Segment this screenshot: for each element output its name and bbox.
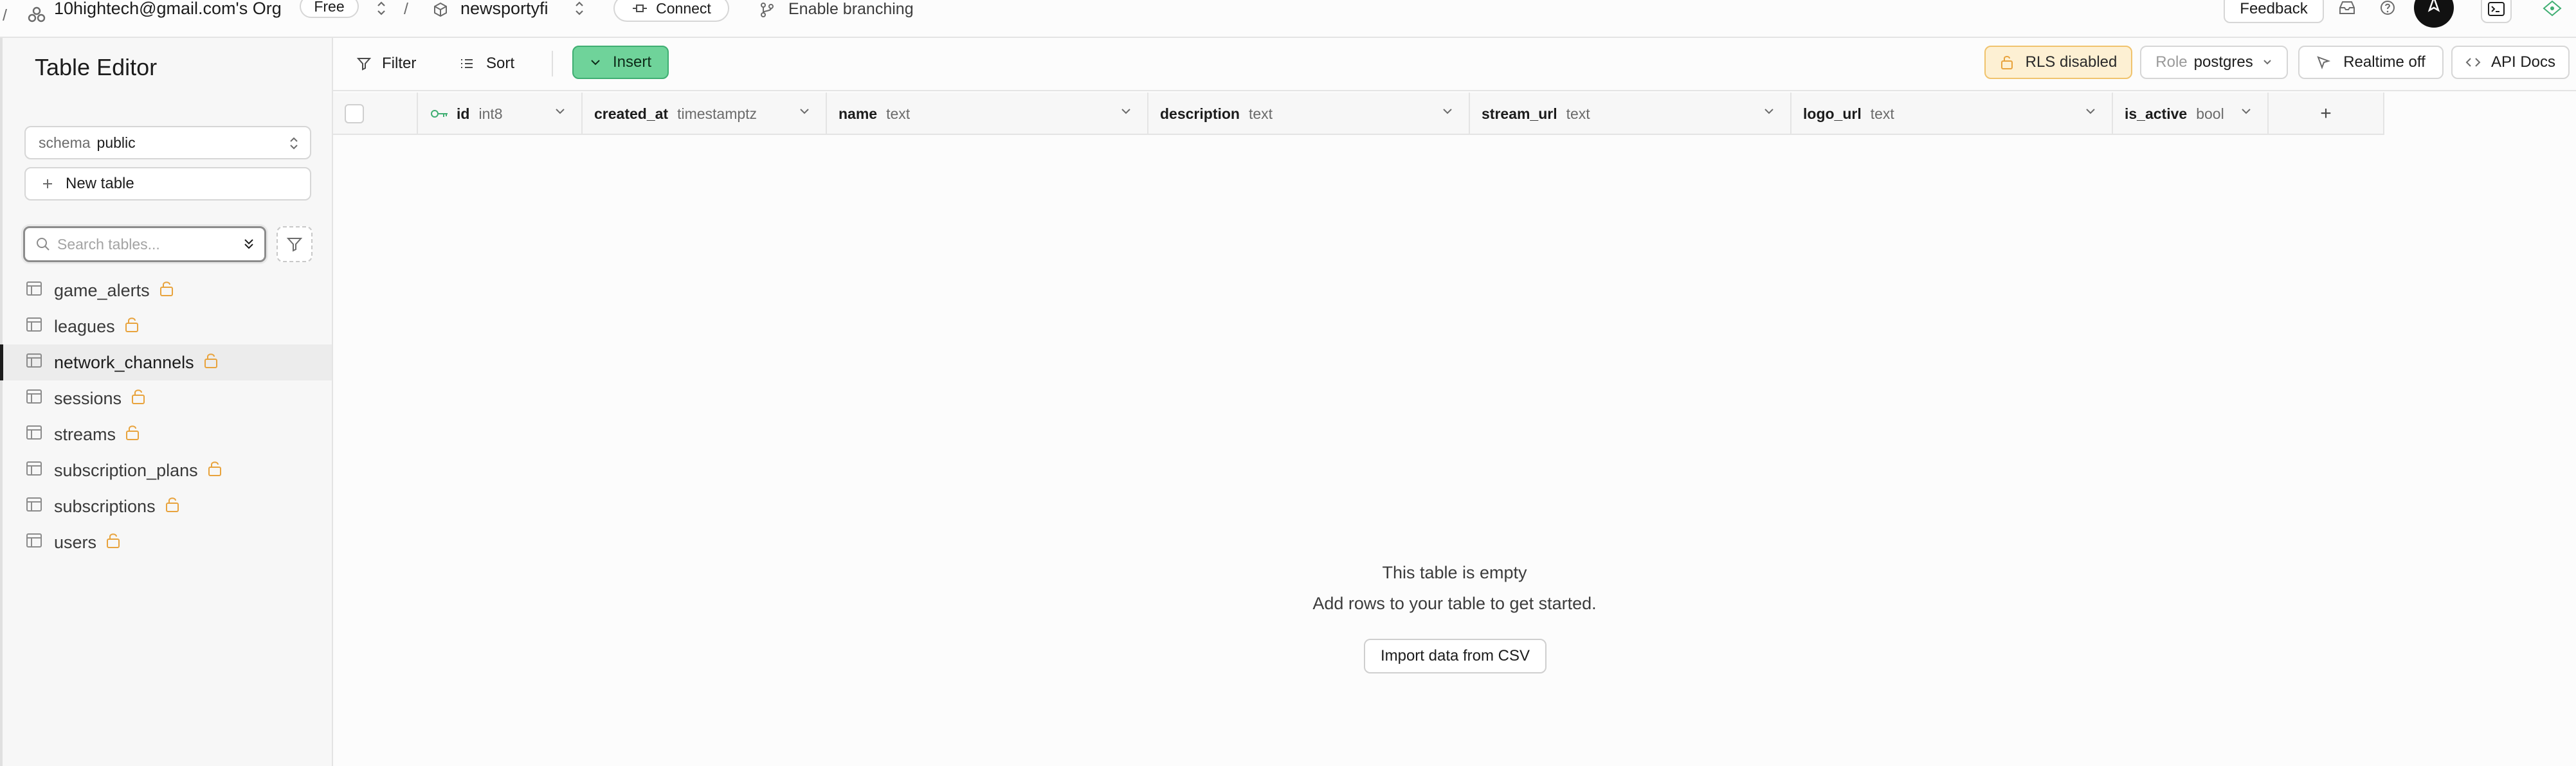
empty-state-title: This table is empty [1382, 563, 1527, 582]
table-name: subscription_plans [54, 460, 198, 480]
unlock-icon [203, 352, 219, 373]
table-icon [26, 281, 42, 301]
unlock-icon [124, 316, 140, 337]
table-icon [26, 317, 42, 337]
sidebar-table-item[interactable]: game_alerts [0, 272, 332, 308]
filter-tables-button[interactable] [277, 226, 313, 262]
new-table-button[interactable]: New table [24, 167, 311, 200]
table-list: game_alertsleagues network_channelssessio… [0, 272, 332, 560]
table-icon [26, 389, 42, 409]
table-name: streams [54, 424, 116, 444]
sidebar-table-item[interactable]: subscription_plans [0, 452, 332, 488]
search-tables-field[interactable] [23, 226, 266, 262]
unlock-icon [207, 460, 222, 481]
table-icon [26, 497, 42, 517]
table-icon [26, 425, 42, 445]
import-csv-button[interactable]: Import data from CSV [1364, 639, 1547, 673]
plus-icon [43, 179, 52, 188]
empty-state-subtitle: Add rows to your table to get started. [1312, 594, 1597, 613]
org-icon [27, 5, 46, 24]
sidebar-table-item[interactable]: subscriptions [0, 488, 332, 524]
table-name: network_channels [54, 352, 194, 372]
breadcrumb-separator: / [3, 6, 7, 24]
table-name: game_alerts [54, 280, 150, 300]
filter-funnel-icon [286, 238, 303, 252]
sidebar-title: Table Editor [35, 54, 158, 80]
search-input[interactable] [57, 235, 224, 253]
sidebar-table-item[interactable]: leagues [0, 308, 332, 344]
unlock-icon [159, 280, 174, 301]
unlock-icon [105, 532, 121, 553]
unlock-icon [131, 388, 146, 409]
double-chevron-down-icon[interactable] [242, 237, 255, 251]
table-name: subscriptions [54, 496, 156, 516]
unlock-icon [165, 496, 180, 517]
org-name[interactable]: 10hightech@gmail.com's Org [54, 0, 282, 18]
chevron-up-down-icon [290, 137, 298, 150]
sidebar-table-item[interactable]: streams [0, 416, 332, 452]
sidebar-table-item[interactable]: network_channels [0, 344, 332, 380]
unlock-icon [125, 424, 140, 445]
table-name: sessions [54, 388, 122, 408]
sidebar-table-item[interactable]: users [0, 524, 332, 560]
schema-select[interactable]: schema public [24, 126, 311, 159]
table-icon [26, 461, 42, 481]
table-name: leagues [54, 316, 115, 336]
sidebar-table-item[interactable]: sessions [0, 380, 332, 416]
table-name: users [54, 532, 97, 552]
table-icon [26, 353, 42, 373]
table-icon [26, 533, 42, 553]
search-icon [37, 238, 50, 251]
